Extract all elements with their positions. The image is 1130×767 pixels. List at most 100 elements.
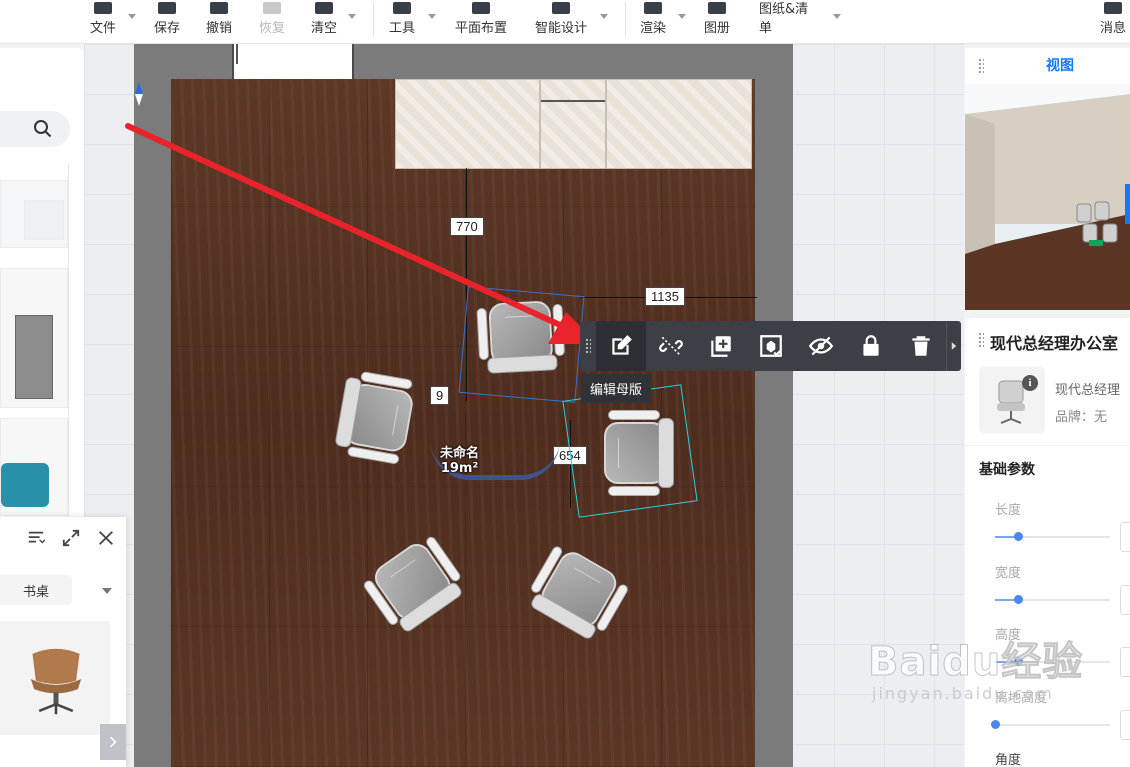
tooltip: 编辑母版 — [581, 374, 652, 403]
drag-handle[interactable] — [978, 332, 984, 348]
slider-elevation-track[interactable] — [995, 724, 1110, 726]
slider-elevation-knob[interactable] — [991, 720, 1000, 729]
chevron-down-icon[interactable] — [833, 14, 841, 19]
chevron-down-icon[interactable] — [678, 14, 686, 19]
toolbar-eraser-button[interactable]: 清空 — [294, 0, 354, 44]
properties-title: 现代总经理办公室 — [990, 334, 1119, 353]
cabinet-middle[interactable] — [540, 79, 606, 169]
toolbar-drag-handle[interactable] — [585, 338, 591, 354]
panel-divider — [68, 164, 69, 518]
toolbar-label: 文件 — [89, 21, 116, 36]
close-icon[interactable] — [97, 529, 115, 547]
door-leaf — [236, 44, 238, 64]
album-icon — [708, 2, 726, 14]
param-label-length: 长度 — [995, 503, 1022, 518]
edit-master-button[interactable] — [596, 321, 646, 371]
product-brand: 品牌：无 — [1055, 410, 1108, 425]
toolbar-blueprint-button[interactable]: 图纸&清单 — [759, 0, 819, 44]
room-label[interactable]: 未命名 19m² — [440, 446, 479, 476]
width-input[interactable] — [1120, 585, 1130, 615]
toolbar-label: 渲染 — [639, 21, 666, 36]
param-label-angle: 角度 — [995, 753, 1022, 767]
material-icon — [760, 335, 782, 357]
toolbar-wrench-button[interactable]: 工具 — [372, 0, 432, 44]
expand-icon[interactable] — [62, 529, 80, 547]
watermark-url: jingyan.baidu.com — [872, 684, 1054, 703]
toolbar-label: 撤销 — [205, 21, 232, 36]
slider-length-knob[interactable] — [1014, 532, 1023, 541]
wrench-icon — [393, 2, 411, 14]
tab-view[interactable]: 视图 — [990, 48, 1130, 84]
room-area: 19m² — [440, 461, 479, 476]
drag-handle[interactable] — [978, 58, 984, 74]
undo-icon — [210, 2, 228, 14]
layout-icon — [472, 2, 490, 14]
toolbar-label: 图纸&清单 — [759, 2, 809, 36]
toolbar-album-button[interactable]: 图册 — [687, 0, 747, 44]
toolbar-redo-button[interactable]: 恢复 — [242, 0, 302, 44]
toolbar-more-button[interactable] — [946, 321, 961, 371]
cabinet-handle-line — [541, 100, 605, 102]
divider — [965, 445, 1130, 446]
toolbar-label: 恢复 — [258, 21, 285, 36]
material-button[interactable] — [746, 321, 796, 371]
toolbar-label: 保存 — [153, 21, 180, 36]
watermark-brand: Baidu经验 — [867, 639, 1084, 685]
magic-icon — [552, 2, 570, 14]
dimension-label-770[interactable]: 770 — [450, 217, 484, 236]
file-icon — [94, 2, 112, 14]
lock-icon — [863, 335, 879, 356]
product-thumbnail: i — [979, 367, 1045, 433]
chevron-down-icon[interactable] — [128, 14, 136, 19]
catalog-thumb-figure[interactable] — [24, 200, 64, 240]
chevron-down-icon[interactable] — [102, 588, 112, 594]
unlink-icon — [659, 336, 683, 356]
height-input[interactable] — [1120, 647, 1130, 677]
catalog-thumb-door[interactable] — [0, 268, 68, 408]
3d-preview[interactable] — [965, 84, 1130, 310]
toolbar-save-button[interactable]: 保存 — [137, 0, 197, 44]
hide-icon — [808, 336, 834, 356]
product-name: 现代总经理 — [1055, 383, 1121, 398]
dimension-label-1135[interactable]: 1135 — [645, 287, 685, 306]
chevron-down-icon[interactable] — [348, 14, 356, 19]
trash-icon — [912, 336, 930, 356]
toolbar-render-button[interactable]: 渲染 — [623, 0, 683, 44]
unlink-button[interactable] — [646, 321, 696, 371]
redo-icon — [263, 2, 281, 14]
category-dropdown[interactable]: 书桌 — [0, 575, 72, 605]
cabinet-right[interactable] — [606, 79, 752, 169]
lock-button[interactable] — [846, 321, 896, 371]
search-bar[interactable] — [0, 111, 70, 147]
toolbar-label: 工具 — [388, 21, 415, 36]
panel-collapse-button[interactable] — [100, 724, 126, 760]
compass-marker — [135, 82, 143, 108]
toolbar-magic-button[interactable]: 智能设计 — [531, 0, 591, 44]
chair-thumbnail — [30, 648, 82, 715]
slider-width-knob[interactable] — [1014, 595, 1023, 604]
chevron-down-icon[interactable] — [428, 14, 436, 19]
chevron-down-icon[interactable] — [600, 14, 608, 19]
toolbar-undo-button[interactable]: 撤销 — [189, 0, 249, 44]
catalog-thumb-sofa[interactable] — [0, 418, 68, 516]
duplicate-button[interactable] — [696, 321, 746, 371]
eraser-icon — [315, 2, 333, 14]
toolbar-label: 图册 — [703, 21, 730, 36]
toolbar-bell-button[interactable]: 消息 — [1083, 0, 1130, 44]
toolbar-file-button[interactable]: 文件 — [73, 0, 133, 44]
selection-box-cyan — [562, 384, 698, 518]
delete-button[interactable] — [896, 321, 946, 371]
save-icon — [158, 2, 176, 14]
elevation-input[interactable] — [1120, 710, 1130, 740]
product-item-chair[interactable] — [0, 621, 110, 735]
office-chair[interactable] — [323, 365, 427, 469]
cabinet-left[interactable] — [395, 79, 540, 169]
door-opening[interactable] — [232, 44, 354, 80]
length-input[interactable] — [1120, 522, 1130, 552]
info-icon[interactable]: i — [1022, 375, 1038, 391]
toolbar-layout-button[interactable]: 平面布置 — [451, 0, 511, 44]
toolbar-label: 平面布置 — [454, 21, 507, 36]
dimension-label-9[interactable]: 9 — [430, 386, 450, 405]
hide-button[interactable] — [796, 321, 846, 371]
filter-icon[interactable] — [27, 529, 45, 547]
